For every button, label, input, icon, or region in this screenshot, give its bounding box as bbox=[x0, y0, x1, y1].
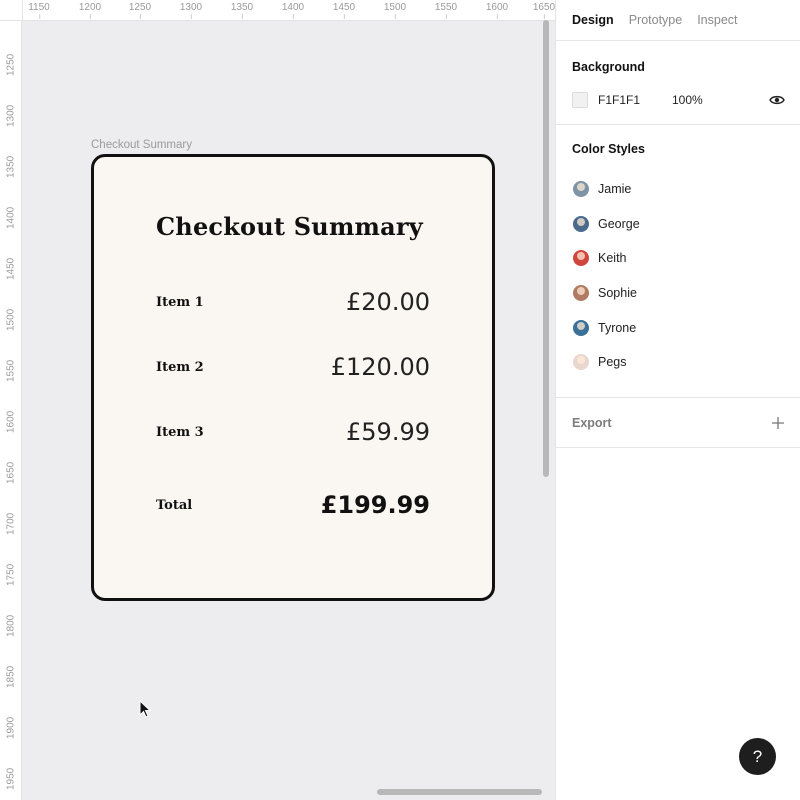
tab-inspect[interactable]: Inspect bbox=[697, 13, 737, 27]
card-title: Checkout Summary bbox=[156, 212, 423, 241]
ruler-tick: 1350 bbox=[230, 2, 254, 19]
color-style-item[interactable]: Tyrone bbox=[572, 310, 785, 345]
ruler-tick: 1250 bbox=[128, 2, 152, 19]
total-label: Total bbox=[156, 497, 193, 513]
ruler-tick: 1800 bbox=[5, 614, 17, 637]
color-style-name: George bbox=[598, 216, 640, 231]
frame-label[interactable]: Checkout Summary bbox=[91, 139, 192, 151]
ruler-tick: 1350 bbox=[5, 155, 17, 178]
ruler-tick: 1400 bbox=[281, 2, 305, 19]
avatar bbox=[573, 250, 589, 267]
ruler-tick: 1300 bbox=[5, 104, 17, 127]
color-styles-title: Color Styles bbox=[572, 142, 645, 156]
background-title: Background bbox=[572, 60, 645, 74]
color-style-item[interactable]: Jamie bbox=[572, 172, 785, 207]
tab-design[interactable]: Design bbox=[572, 13, 614, 27]
mouse-cursor-icon bbox=[139, 700, 152, 718]
ruler-tick: 1150 bbox=[28, 2, 50, 19]
ruler-tick: 1450 bbox=[332, 2, 356, 19]
line-item-row: Item 2 £120.00 bbox=[156, 347, 430, 387]
ruler-tick: 1650 bbox=[532, 2, 555, 19]
ruler-tick: 1650 bbox=[5, 461, 17, 484]
ruler-tick: 1400 bbox=[5, 206, 17, 229]
panel-tabs: Design Prototype Inspect bbox=[556, 0, 800, 41]
ruler-corner bbox=[0, 0, 23, 21]
ruler-tick: 1850 bbox=[5, 665, 17, 688]
color-style-item[interactable]: Pegs bbox=[572, 345, 785, 380]
color-styles-list: Jamie George Keith Sophie Tyrone Pegs bbox=[572, 172, 785, 380]
design-canvas[interactable]: 1150 1200 1250 1300 1350 1400 1450 1500 … bbox=[0, 0, 555, 800]
ruler-tick: 1300 bbox=[179, 2, 203, 19]
avatar bbox=[573, 215, 589, 232]
ruler-tick: 1900 bbox=[5, 716, 17, 739]
avatar bbox=[573, 319, 589, 336]
horizontal-scrollbar[interactable] bbox=[377, 789, 542, 795]
ruler-tick: 1700 bbox=[5, 512, 17, 535]
vertical-scrollbar[interactable] bbox=[543, 20, 549, 477]
item-label: Item 2 bbox=[156, 359, 204, 375]
eye-icon[interactable] bbox=[769, 94, 785, 106]
color-style-item[interactable]: George bbox=[572, 207, 785, 242]
ruler-tick: 1600 bbox=[485, 2, 509, 19]
background-row: F1F1F1 100% bbox=[572, 91, 785, 109]
line-item-row: Item 3 £59.99 bbox=[156, 412, 430, 452]
export-title: Export bbox=[572, 415, 612, 430]
vertical-ruler: 1250 1300 1350 1400 1450 1500 1550 1600 … bbox=[0, 21, 22, 800]
ruler-tick: 1550 bbox=[434, 2, 458, 19]
avatar bbox=[573, 285, 589, 302]
item-label: Item 1 bbox=[156, 294, 204, 310]
color-styles-section: Color Styles Jamie George Keith Sophie T… bbox=[556, 125, 800, 398]
ruler-tick: 1250 bbox=[5, 53, 17, 76]
add-export-plus-icon[interactable] bbox=[771, 416, 785, 430]
line-item-row: Item 1 £20.00 bbox=[156, 282, 430, 322]
horizontal-ruler: 1150 1200 1250 1300 1350 1400 1450 1500 … bbox=[22, 0, 555, 21]
background-section: Background F1F1F1 100% bbox=[556, 41, 800, 125]
ruler-tick: 1500 bbox=[383, 2, 407, 19]
checkout-summary-frame[interactable]: Checkout Summary Item 1 £20.00 Item 2 £1… bbox=[91, 154, 495, 601]
background-swatch[interactable] bbox=[572, 92, 588, 108]
ruler-tick: 1500 bbox=[5, 308, 17, 331]
background-hex-value[interactable]: F1F1F1 bbox=[598, 93, 672, 107]
item-price: £120.00 bbox=[330, 353, 430, 381]
background-opacity-value[interactable]: 100% bbox=[672, 93, 703, 107]
properties-panel: Design Prototype Inspect Background F1F1… bbox=[555, 0, 800, 800]
color-style-item[interactable]: Sophie bbox=[572, 276, 785, 311]
item-label: Item 3 bbox=[156, 424, 204, 440]
color-style-name: Tyrone bbox=[598, 320, 637, 335]
item-price: £20.00 bbox=[346, 288, 430, 316]
avatar bbox=[573, 354, 589, 371]
item-price: £59.99 bbox=[346, 418, 430, 446]
ruler-tick: 1950 bbox=[5, 767, 17, 790]
ruler-tick: 1600 bbox=[5, 410, 17, 433]
ruler-tick: 1750 bbox=[5, 563, 17, 586]
avatar bbox=[573, 181, 589, 198]
color-style-item[interactable]: Keith bbox=[572, 241, 785, 276]
export-section: Export bbox=[556, 398, 800, 448]
total-row: Total £199.99 bbox=[156, 485, 430, 525]
ruler-tick: 1550 bbox=[5, 359, 17, 382]
color-style-name: Jamie bbox=[598, 182, 632, 197]
ruler-tick: 1200 bbox=[78, 2, 102, 19]
ruler-tick: 1450 bbox=[5, 257, 17, 280]
tab-prototype[interactable]: Prototype bbox=[629, 13, 683, 27]
color-style-name: Pegs bbox=[598, 355, 627, 370]
color-style-name: Sophie bbox=[598, 286, 637, 301]
color-style-name: Keith bbox=[598, 251, 627, 266]
total-price: £199.99 bbox=[320, 491, 430, 519]
help-button[interactable]: ? bbox=[739, 738, 776, 775]
